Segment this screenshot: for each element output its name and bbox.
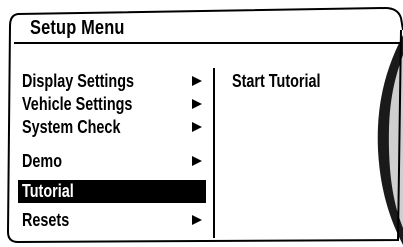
triangle-right-icon xyxy=(192,156,202,166)
menu-divider xyxy=(213,68,215,238)
menu-item-label: Tutorial xyxy=(22,181,74,201)
triangle-right-icon xyxy=(192,215,202,225)
page-title: Setup Menu xyxy=(30,17,125,39)
menu-item-tutorial[interactable]: Tutorial xyxy=(18,180,206,203)
menu-item-label: Display Settings xyxy=(22,71,135,91)
menu-item-vehicle-settings[interactable]: Vehicle Settings xyxy=(18,93,206,116)
menu-item-display-settings[interactable]: Display Settings xyxy=(18,70,206,93)
menu-item-label: Vehicle Settings xyxy=(22,94,133,114)
menu-item-label: System Check xyxy=(22,117,121,137)
menu-item-label: Demo xyxy=(22,151,63,171)
submenu-item-start-tutorial[interactable]: Start Tutorial xyxy=(232,70,321,93)
menu-item-system-check[interactable]: System Check xyxy=(18,116,206,139)
triangle-right-icon xyxy=(192,76,202,86)
menu-item-demo[interactable]: Demo xyxy=(18,150,206,173)
triangle-right-icon xyxy=(192,122,202,132)
triangle-right-icon xyxy=(192,99,202,109)
menu-item-label: Resets xyxy=(22,210,70,230)
menu-item-resets[interactable]: Resets xyxy=(18,209,206,232)
setup-menu-screen: Setup Menu Display Settings Vehicle Sett… xyxy=(0,0,403,247)
